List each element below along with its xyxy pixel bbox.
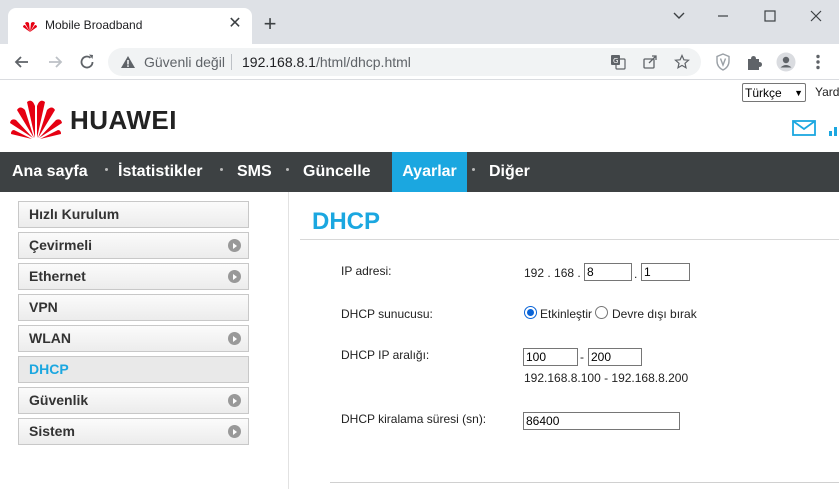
back-icon[interactable]	[12, 52, 32, 72]
chevron-down-icon[interactable]	[666, 8, 692, 24]
expand-arrow-icon	[228, 394, 241, 407]
warning-icon[interactable]	[120, 54, 136, 70]
security-label[interactable]: Güvenli değil	[144, 54, 225, 70]
range-summary: 192.168.8.100 - 192.168.8.200	[524, 371, 689, 385]
huawei-favicon	[23, 22, 37, 32]
nav-separator	[286, 168, 289, 171]
main-navigation: Ana sayfa İstatistikler SMS Güncelle Aya…	[0, 152, 839, 192]
puzzle-icon[interactable]	[744, 52, 764, 72]
range-end-input[interactable]: 200	[588, 348, 642, 366]
ip-address-prefix: 192 . 168 .	[524, 266, 581, 280]
dhcp-disable-radio[interactable]	[595, 306, 608, 319]
nav-update[interactable]: Güncelle	[303, 152, 371, 192]
more-icon[interactable]	[808, 52, 828, 72]
sidebar-item-dhcp[interactable]: DHCP	[18, 356, 249, 383]
close-icon[interactable]: ✕	[226, 15, 244, 33]
lease-time-label: DHCP kiralama süresi (sn):	[341, 412, 487, 426]
chevron-down-icon: ▼	[794, 87, 803, 98]
nav-separator	[472, 168, 475, 171]
range-start-input[interactable]: 100	[523, 348, 578, 366]
settings-sidebar: Hızlı Kurulum Çevirmeli Ethernet VPN WLA…	[0, 192, 289, 489]
page-title: DHCP	[312, 208, 381, 235]
brand-name: HUAWEI	[70, 105, 177, 135]
svg-text:G: G	[613, 57, 618, 65]
dhcp-server-label: DHCP sunucusu:	[341, 307, 433, 321]
maximize-icon[interactable]	[757, 8, 783, 24]
address-bar[interactable]: Güvenli değil 192.168.8.1/html/dhcp.html…	[108, 48, 701, 76]
browser-tab-bar: Mobile Broadband ✕ +	[0, 0, 839, 44]
nav-settings[interactable]: Ayarlar	[392, 152, 467, 192]
language-select[interactable]: Türkçe ▼	[742, 83, 806, 102]
nav-other[interactable]: Diğer	[489, 152, 530, 192]
dhcp-enable-label[interactable]: Etkinleştir	[540, 307, 592, 321]
sidebar-item-quick-setup[interactable]: Hızlı Kurulum	[18, 201, 249, 228]
expand-arrow-icon	[228, 425, 241, 438]
tab-title: Mobile Broadband	[45, 18, 143, 32]
url-text[interactable]: 192.168.8.1/html/dhcp.html	[242, 54, 411, 70]
sidebar-item-system[interactable]: Sistem	[18, 418, 249, 445]
mail-icon[interactable]	[792, 120, 816, 136]
dhcp-enable-radio[interactable]	[524, 306, 537, 319]
shield-extension-icon[interactable]	[713, 52, 733, 72]
signal-icon	[829, 127, 837, 136]
omnibox-divider	[231, 54, 232, 70]
ip-dot: .	[634, 267, 638, 281]
forward-icon[interactable]	[45, 52, 65, 72]
browser-tab[interactable]: Mobile Broadband ✕	[8, 8, 252, 44]
star-icon[interactable]	[674, 54, 690, 70]
translate-icon[interactable]: G	[610, 54, 626, 70]
browser-toolbar: Güvenli değil 192.168.8.1/html/dhcp.html…	[0, 44, 839, 80]
huawei-logo	[10, 100, 62, 139]
dhcp-disable-label[interactable]: Devre dışı bırak	[612, 307, 697, 321]
sidebar-item-ethernet[interactable]: Ethernet	[18, 263, 249, 290]
ip-address-label: IP adresi:	[341, 264, 392, 278]
window-close-icon[interactable]	[803, 8, 829, 24]
router-page: HUAWEI Türkçe ▼ Yard Ana sayfa İstatisti…	[0, 80, 839, 489]
range-dash: -	[580, 350, 584, 364]
ip-octet4-input[interactable]: 1	[641, 263, 690, 281]
sidebar-item-dialup[interactable]: Çevirmeli	[18, 232, 249, 259]
reload-icon[interactable]	[77, 52, 97, 72]
ip-octet3-input[interactable]: 8	[584, 263, 632, 281]
nav-separator	[220, 168, 223, 171]
sidebar-item-wlan[interactable]: WLAN	[18, 325, 249, 352]
expand-arrow-icon	[228, 332, 241, 345]
expand-arrow-icon	[228, 270, 241, 283]
profile-icon[interactable]	[776, 52, 796, 72]
expand-arrow-icon	[228, 239, 241, 252]
nav-separator	[105, 168, 108, 171]
sidebar-item-vpn[interactable]: VPN	[18, 294, 249, 321]
nav-sms[interactable]: SMS	[237, 152, 272, 192]
nav-home[interactable]: Ana sayfa	[12, 152, 88, 192]
title-divider	[300, 239, 839, 240]
content-divider	[330, 482, 839, 483]
help-link[interactable]: Yard	[815, 85, 839, 99]
sidebar-item-security[interactable]: Güvenlik	[18, 387, 249, 414]
share-icon[interactable]	[642, 54, 658, 70]
plus-icon[interactable]: +	[260, 13, 280, 35]
dhcp-range-label: DHCP IP aralığı:	[341, 348, 430, 362]
nav-statistics[interactable]: İstatistikler	[118, 152, 202, 192]
lease-time-input[interactable]: 86400	[523, 412, 680, 430]
minimize-icon[interactable]	[710, 8, 736, 24]
